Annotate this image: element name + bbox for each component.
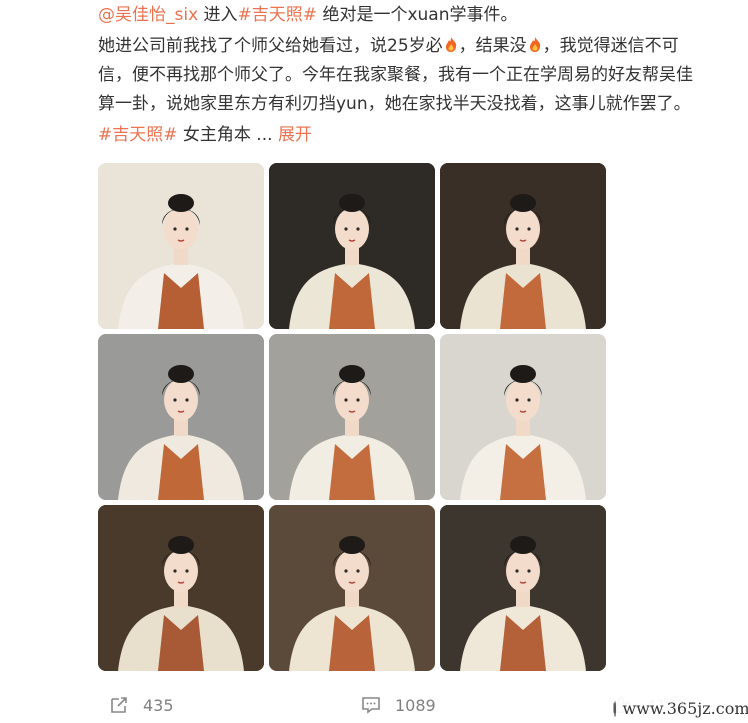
photo-5[interactable] xyxy=(269,334,435,500)
photo-8[interactable] xyxy=(269,505,435,671)
repost-button[interactable]: 435 xyxy=(109,693,174,717)
comment-button[interactable]: 1089 xyxy=(361,693,436,717)
photo-figure xyxy=(98,334,264,500)
text-segment: ，我觉得迷信不可 xyxy=(542,36,679,56)
share-icon xyxy=(111,697,127,713)
post-line-1: @吴佳怡_six 进入#吉天照# 绝对是一个xuan学事件。 xyxy=(98,3,517,27)
expand-link[interactable]: 展开 xyxy=(278,125,312,145)
text-segment: 她进公司前我找了个师父给她看过，说25岁必 xyxy=(98,36,443,56)
text-line1-tail: 绝对是一个xuan学事件。 xyxy=(317,5,518,25)
photo-figure xyxy=(269,505,435,671)
watermark-text: www.365jz.com xyxy=(622,699,748,718)
photo-9[interactable] xyxy=(440,505,606,671)
fire-icon xyxy=(445,37,456,52)
photo-2[interactable] xyxy=(269,163,435,329)
site-watermark: www.365jz.com xyxy=(614,694,748,723)
user-mention-link[interactable]: @吴佳怡_six xyxy=(98,5,198,25)
fire-icon xyxy=(529,37,540,52)
photo-figure xyxy=(440,505,606,671)
text-line5-tail: 女主角本 ... xyxy=(177,125,278,145)
text-segment: ，结果没 xyxy=(458,36,527,56)
photo-4[interactable] xyxy=(98,334,264,500)
photo-1[interactable] xyxy=(98,163,264,329)
photo-6[interactable] xyxy=(440,334,606,500)
hashtag-link[interactable]: #吉天照# xyxy=(98,125,178,145)
comment-count: 1089 xyxy=(395,695,436,715)
text-verb: 进入 xyxy=(198,5,238,25)
photo-figure xyxy=(98,163,264,329)
image-grid xyxy=(98,163,606,671)
photo-figure xyxy=(440,163,606,329)
post-line-2: 她进公司前我找了个师父给她看过，说25岁必 ，结果没 ，我觉得迷信不可 xyxy=(98,34,679,58)
hashtag-link[interactable]: #吉天照# xyxy=(238,5,318,25)
photo-7[interactable] xyxy=(98,505,264,671)
photo-figure xyxy=(269,163,435,329)
photo-figure xyxy=(98,505,264,671)
post-line-3: 信，便不再找那个师父了。今年在我家聚餐，我有一个正在学周易的好友帮吴佳 xyxy=(98,65,693,85)
repost-count: 435 xyxy=(143,695,174,715)
photo-figure xyxy=(269,334,435,500)
photo-figure xyxy=(440,334,606,500)
watermark-logo-icon xyxy=(614,700,617,717)
post-line-5: #吉天照# 女主角本 ... 展开 xyxy=(98,123,312,147)
photo-3[interactable] xyxy=(440,163,606,329)
comment-icon xyxy=(362,697,380,714)
post-line-4: 算一卦，说她家里东方有利刃挡yun，她在家找半天没找着，这事儿就作罢了。 xyxy=(98,94,691,114)
